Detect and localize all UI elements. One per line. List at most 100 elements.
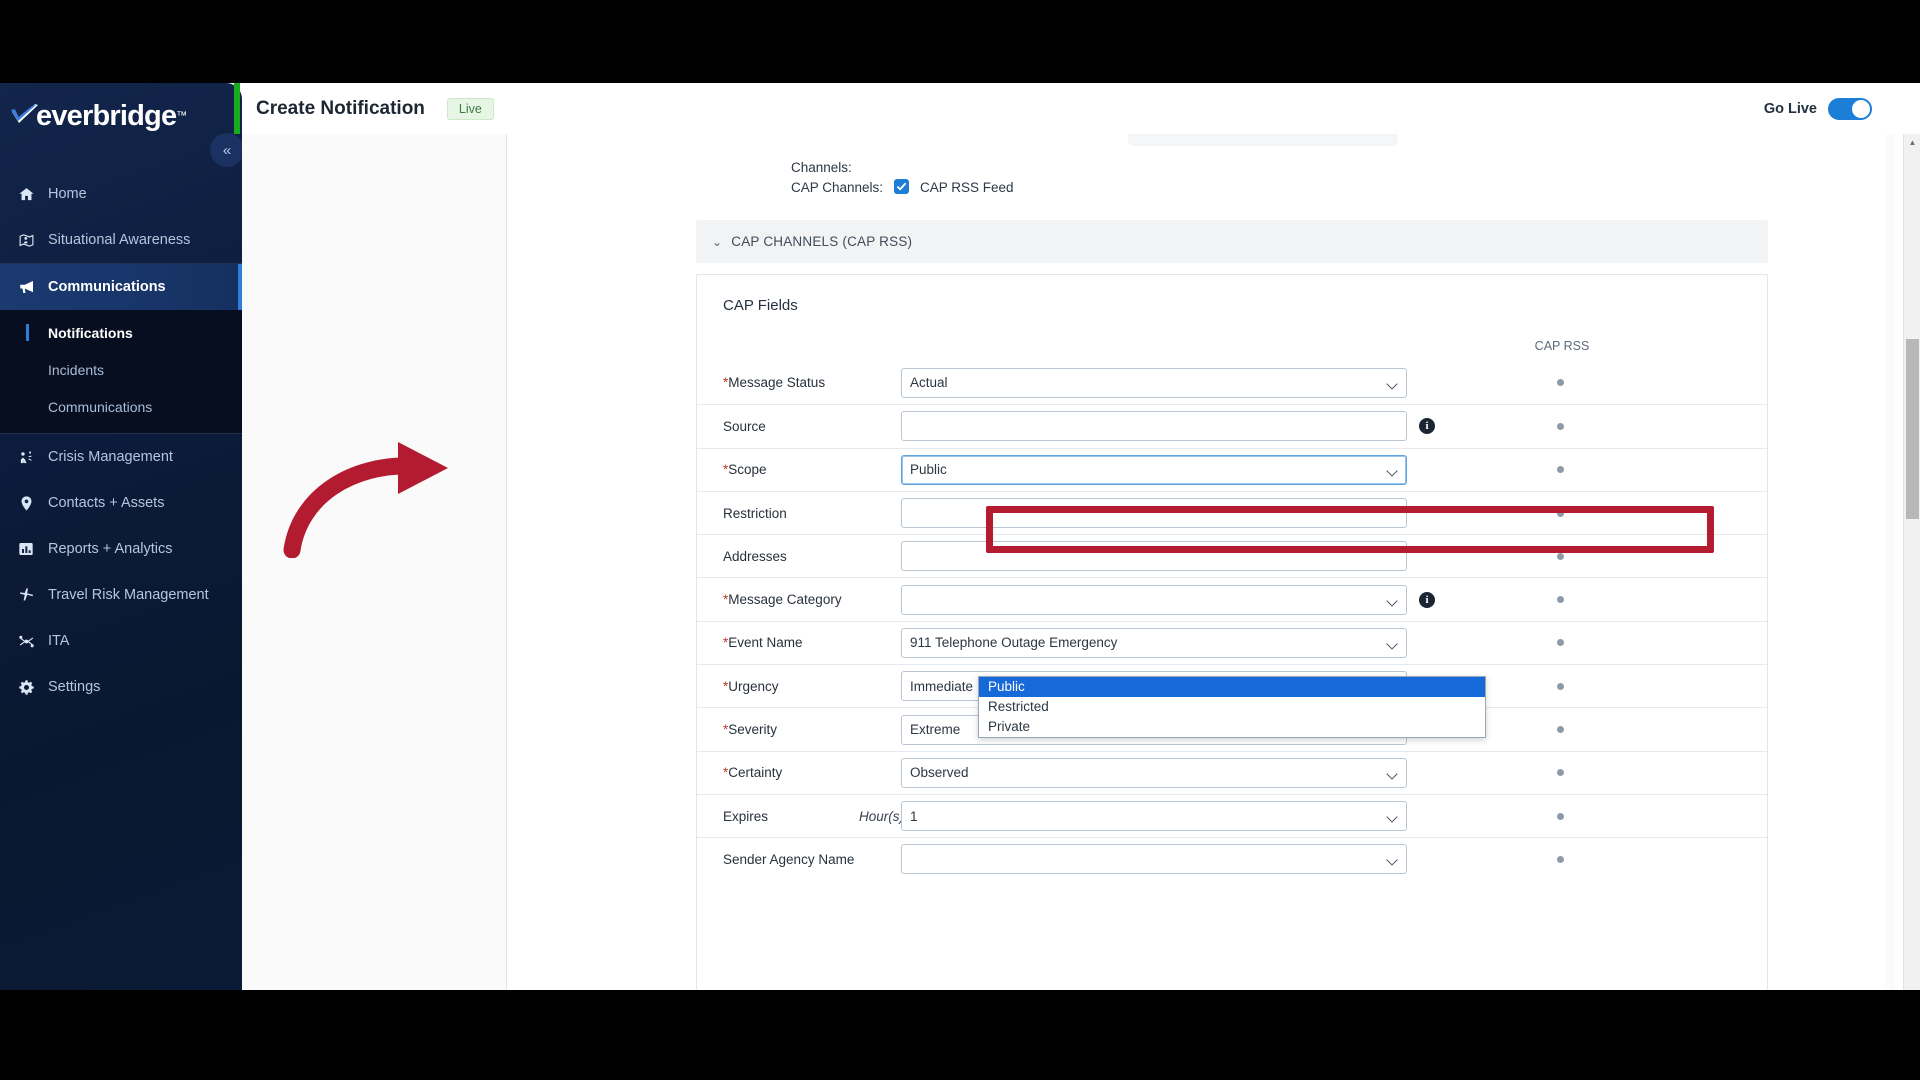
cap-field-input[interactable] (901, 411, 1407, 442)
required-asterisk: * (723, 678, 729, 694)
status-badge: Live (446, 97, 494, 120)
screen-root: everbridge ™ « Home Situational Awarenes… (0, 0, 1920, 1080)
cap-field-value: Observed (910, 765, 969, 781)
cap-rss-feed-checkbox[interactable] (894, 179, 909, 194)
sidebar-subitem-label: Notifications (48, 324, 133, 341)
sidebar-item-label: Home (48, 186, 87, 202)
scope-dropdown-option[interactable]: Restricted (979, 697, 1485, 717)
cap-fields-card: CAP Fields CAP RSS *Message Status Actual… (696, 274, 1768, 990)
go-live-toggle[interactable] (1828, 97, 1872, 120)
sidebar-item-incidents[interactable]: Incidents (0, 351, 242, 388)
cap-rss-indicator-dot (1557, 726, 1564, 734)
inner-scroll-track[interactable] (1885, 134, 1895, 990)
cap-channels-accordion[interactable]: ⌄ CAP CHANNELS (CAP RSS) (696, 220, 1768, 263)
section-card-top-edge (1128, 134, 1398, 146)
sidebar-item-communications[interactable]: Communications (0, 264, 242, 310)
cap-field-value: Extreme (910, 722, 961, 738)
cap-field-value: 1 (910, 808, 918, 824)
cap-field-label: *Severity (723, 722, 778, 738)
sidebar-item-settings[interactable]: Settings (0, 664, 242, 710)
cap-field-row: Source i (697, 404, 1767, 447)
gear-icon (18, 679, 44, 696)
cap-field-unit: Hour(s) (859, 808, 905, 824)
required-asterisk: * (723, 592, 729, 608)
location-pin-icon (18, 495, 44, 512)
cap-rss-indicator-dot (1557, 379, 1564, 387)
cap-rss-indicator-dot (1557, 466, 1564, 474)
cap-fields-title: CAP Fields (723, 297, 798, 314)
cap-rss-indicator-dot (1557, 639, 1564, 647)
cap-field-select[interactable]: Actual (901, 367, 1407, 398)
cap-rss-column-header: CAP RSS (1534, 339, 1590, 353)
sidebar-item-reports-analytics[interactable]: Reports + Analytics (0, 526, 242, 572)
cap-field-label: *Urgency (723, 678, 779, 694)
cap-rss-indicator-dot (1557, 509, 1564, 517)
sidebar-item-home[interactable]: Home (0, 171, 242, 217)
cap-field-label: Expires (723, 808, 769, 824)
sidebar-item-notifications[interactable]: Notifications (0, 314, 242, 351)
cap-field-value: Actual (910, 375, 948, 391)
cap-field-row: Addresses (697, 534, 1767, 577)
cap-field-label: Source (723, 418, 766, 434)
main-content: Channels: CAP Channels: CAP RSS Feed ⌄ C… (242, 134, 1920, 990)
cap-field-label: *Certainty (723, 765, 783, 781)
cap-field-label: Restriction (723, 505, 787, 521)
cap-field-select[interactable]: Observed (901, 757, 1407, 788)
scroll-pane: Channels: CAP Channels: CAP RSS Feed ⌄ C… (242, 134, 1896, 990)
cap-field-label: *Event Name (723, 635, 803, 651)
sidebar-item-situational-awareness[interactable]: Situational Awareness (0, 217, 242, 263)
cap-form-region: Channels: CAP Channels: CAP RSS Feed ⌄ C… (508, 134, 1896, 990)
cap-field-row: Sender Agency Name (697, 837, 1767, 880)
cap-field-value: 911 Telephone Outage Emergency (910, 635, 1118, 651)
cap-field-select[interactable]: 1 (901, 801, 1407, 832)
sidebar-item-label: Settings (48, 679, 101, 695)
application-window: everbridge ™ « Home Situational Awarenes… (0, 83, 1920, 990)
sidebar-subnav-communications: Notifications Incidents Communications (0, 310, 242, 433)
cap-field-select[interactable] (901, 584, 1407, 615)
cap-rss-indicator-dot (1557, 769, 1564, 777)
channels-label: Channels: (791, 160, 852, 175)
page-scrollbar[interactable]: ▲ ▼ (1903, 134, 1920, 990)
required-asterisk: * (723, 722, 729, 738)
sidebar-item-label: Contacts + Assets (48, 495, 165, 511)
cap-field-select[interactable] (901, 844, 1407, 875)
cap-channels-accordion-label: CAP CHANNELS (CAP RSS) (731, 234, 913, 249)
page-header: Create Notification Live Go Live (234, 83, 1920, 134)
cap-channels-label: CAP Channels: (791, 180, 884, 195)
cap-rss-indicator-dot (1557, 596, 1564, 604)
crisis-people-icon (18, 449, 44, 466)
cap-field-label: *Message Category (723, 592, 842, 608)
scope-dropdown-list[interactable]: Public Restricted Private (978, 676, 1486, 738)
cap-field-row: *Message Category i (697, 577, 1767, 620)
cap-rss-indicator-dot (1557, 682, 1564, 690)
cap-rss-indicator-dot (1557, 422, 1564, 430)
cap-rss-feed-label: CAP RSS Feed (920, 180, 1014, 195)
sidebar-item-communications-sub[interactable]: Communications (0, 388, 242, 425)
scroll-up-arrow-icon[interactable]: ▲ (1904, 134, 1920, 151)
info-icon[interactable]: i (1419, 591, 1435, 608)
sidebar-item-label: Reports + Analytics (48, 541, 173, 557)
required-asterisk: * (723, 462, 729, 478)
sidebar-item-ita[interactable]: ITA (0, 618, 242, 664)
cap-field-row: Restriction (697, 490, 1767, 534)
brand-name: everbridge (36, 99, 177, 132)
header-actions: Go Live (1764, 97, 1920, 120)
cap-field-input[interactable] (901, 498, 1407, 529)
check-icon (896, 182, 907, 191)
cap-field-row: *Event Name 911 Telephone Outage Emergenc… (697, 620, 1767, 664)
scrollbar-thumb[interactable] (1906, 339, 1919, 519)
sidebar-item-crisis-management[interactable]: Crisis Management (0, 434, 242, 480)
cap-field-label: *Message Status (723, 375, 826, 391)
cap-field-select[interactable]: 911 Telephone Outage Emergency (901, 627, 1407, 658)
everbridge-checkmark-icon (10, 103, 40, 129)
info-icon[interactable]: i (1419, 418, 1435, 435)
sidebar-collapse-button[interactable]: « (210, 133, 242, 167)
scope-dropdown-option[interactable]: Private (979, 717, 1485, 737)
sidebar-item-contacts-assets[interactable]: Contacts + Assets (0, 480, 242, 526)
brand-logo[interactable]: everbridge ™ (0, 83, 242, 149)
cap-field-input[interactable] (901, 541, 1407, 572)
sidebar-item-travel-risk-management[interactable]: Travel Risk Management (0, 572, 242, 618)
cap-field-select[interactable]: Public (901, 454, 1407, 485)
required-asterisk: * (723, 375, 729, 391)
scope-dropdown-option[interactable]: Public (979, 677, 1485, 697)
